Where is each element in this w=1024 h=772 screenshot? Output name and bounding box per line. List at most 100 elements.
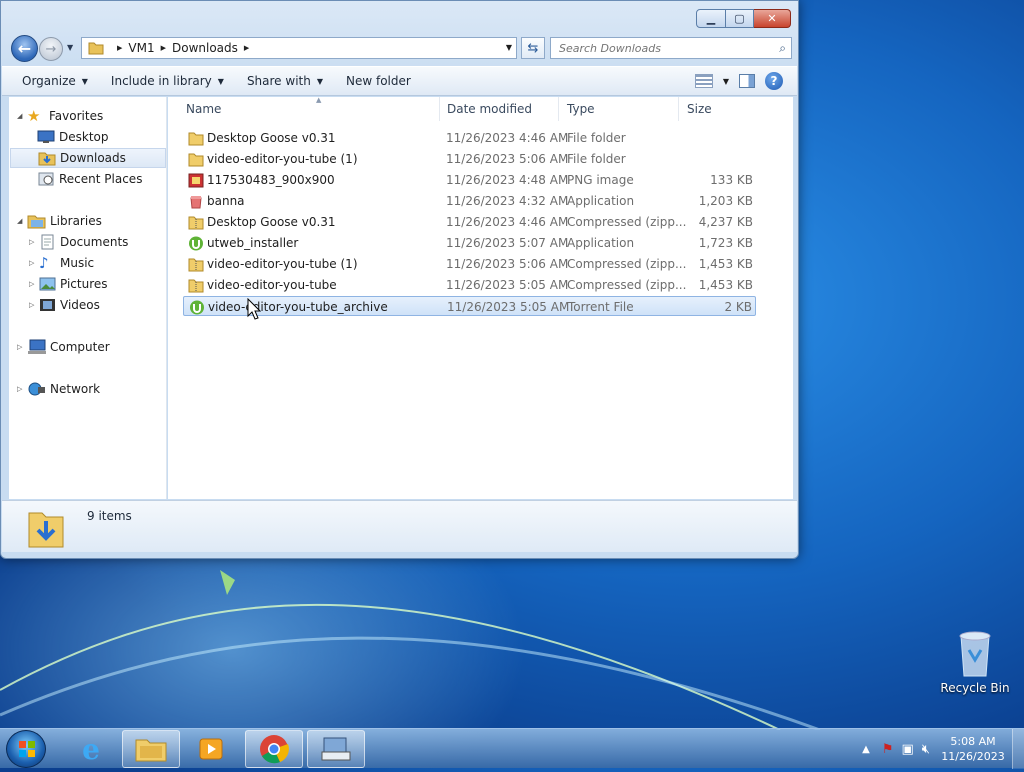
recycle-bin-shortcut[interactable]: Recycle Bin xyxy=(938,630,1012,695)
action-center-icon[interactable]: ⚑ xyxy=(882,742,894,757)
file-name: video-editor-you-tube (1) xyxy=(207,257,358,271)
organize-label: Organize xyxy=(22,74,76,88)
address-dropdown-icon[interactable]: ▼ xyxy=(506,43,512,52)
details-pane: 9 items xyxy=(2,500,797,552)
collapsed-triangle-icon[interactable]: ▷ xyxy=(17,385,27,393)
show-desktop-button[interactable] xyxy=(1012,729,1024,769)
network-status-icon[interactable]: ▣ xyxy=(902,742,914,757)
nav-desktop[interactable]: Desktop xyxy=(37,127,109,147)
nav-computer[interactable]: ▷ Computer xyxy=(17,337,110,357)
breadcrumb-vm1[interactable]: VM1 xyxy=(128,41,154,55)
file-row[interactable]: video-editor-you-tube (1) 11/26/2023 5:06… xyxy=(183,149,756,169)
windows-explorer-icon xyxy=(135,739,167,762)
file-size: 1,203 KB xyxy=(698,194,753,208)
nav-pictures[interactable]: ▷ Pictures xyxy=(29,274,108,294)
back-button[interactable]: ← xyxy=(11,35,38,62)
breadcrumb: ▶ VM1 ▶ Downloads ▶ xyxy=(111,41,255,55)
forward-button[interactable]: → xyxy=(39,37,63,61)
recycle-bin-label: Recycle Bin xyxy=(940,681,1010,695)
file-row[interactable]: Desktop Goose v0.31 11/26/2023 4:46 AM Fil… xyxy=(183,128,756,148)
internet-explorer-icon: e xyxy=(82,732,100,766)
nav-downloads[interactable]: Downloads xyxy=(10,148,166,168)
breadcrumb-downloads[interactable]: Downloads xyxy=(172,41,238,55)
nav-music[interactable]: ▷ ♪ Music xyxy=(29,253,94,273)
collapsed-triangle-icon[interactable]: ▷ xyxy=(29,259,39,267)
column-header-date[interactable]: Date modified xyxy=(439,97,559,121)
breadcrumb-arrow-icon[interactable]: ▶ xyxy=(244,44,249,52)
sort-arrow-icon: ▲ xyxy=(316,96,322,104)
clock-time: 5:08 AM xyxy=(950,735,996,748)
nav-network[interactable]: ▷ Network xyxy=(17,379,100,399)
search-icon[interactable]: ⌕ xyxy=(779,41,786,56)
column-header-size[interactable]: Size xyxy=(679,97,759,121)
share-with-button[interactable]: Share with ▼ xyxy=(244,74,326,88)
file-type: Application xyxy=(567,194,635,208)
image-icon xyxy=(188,173,204,188)
address-bar[interactable]: ▶ VM1 ▶ Downloads ▶ ▼ xyxy=(81,37,517,59)
start-button[interactable] xyxy=(6,730,46,768)
change-view-icon[interactable] xyxy=(694,74,713,88)
new-folder-button[interactable]: New folder xyxy=(343,74,414,88)
file-row[interactable]: 117530483_900x900 11/26/2023 4:48 AM PNG i… xyxy=(183,170,756,190)
breadcrumb-arrow-icon[interactable]: ▶ xyxy=(161,44,166,52)
taskbar-chrome[interactable] xyxy=(245,730,303,768)
file-row[interactable]: utweb_installer 11/26/2023 5:07 AM Applica… xyxy=(183,233,756,253)
close-button[interactable]: ✕ xyxy=(754,9,791,28)
downloads-folder-icon xyxy=(38,152,56,166)
breadcrumb-arrow-icon[interactable]: ▶ xyxy=(117,44,122,52)
search-input[interactable] xyxy=(557,40,767,56)
file-date: 11/26/2023 4:32 AM xyxy=(446,194,569,208)
expand-triangle-icon[interactable]: ◢ xyxy=(17,112,27,120)
view-options-chevron-icon[interactable]: ▼ xyxy=(723,77,729,86)
collapsed-triangle-icon[interactable]: ▷ xyxy=(17,343,27,351)
file-type: Compressed (zipp... xyxy=(567,278,687,292)
nav-recent-places[interactable]: Recent Places xyxy=(37,169,142,189)
file-row[interactable]: video-editor-you-tube 11/26/2023 5:05 AM C… xyxy=(183,275,756,295)
column-header-name[interactable]: Name ▲ xyxy=(178,96,440,121)
nav-label: Downloads xyxy=(60,151,126,165)
file-row[interactable]: Desktop Goose v0.31 11/26/2023 4:46 AM Com… xyxy=(183,212,756,232)
file-row[interactable]: video-editor-you-tube_archive 11/26/2023 … xyxy=(183,296,756,316)
file-size: 1,723 KB xyxy=(698,236,753,250)
taskbar-internet-explorer[interactable]: e xyxy=(62,730,120,768)
column-label: Type xyxy=(567,102,595,116)
nav-favorites[interactable]: ◢ ★ Favorites xyxy=(17,106,103,126)
show-hidden-icons-icon[interactable]: ▲ xyxy=(862,744,870,755)
zip-icon xyxy=(188,278,204,293)
file-size: 1,453 KB xyxy=(698,278,753,292)
file-size: 133 KB xyxy=(710,173,753,187)
help-icon[interactable]: ? xyxy=(765,72,783,90)
collapsed-triangle-icon[interactable]: ▷ xyxy=(29,238,39,246)
taskbar-on-screen-keyboard[interactable] xyxy=(307,730,365,768)
file-type: Compressed (zipp... xyxy=(567,257,687,271)
minimize-button[interactable]: ▁ xyxy=(696,9,726,28)
file-date: 11/26/2023 4:46 AM xyxy=(446,215,569,229)
file-date: 11/26/2023 5:05 AM xyxy=(446,278,569,292)
file-row[interactable]: banna 11/26/2023 4:32 AM Application 1,203 … xyxy=(183,191,756,211)
recent-pages-dropdown[interactable]: ▼ xyxy=(67,43,73,52)
column-header-type[interactable]: Type xyxy=(559,97,679,121)
file-name: video-editor-you-tube xyxy=(207,278,337,292)
file-list: Name ▲ Date modified Type Size Desktop G… xyxy=(168,96,793,499)
nav-documents[interactable]: ▷ Documents xyxy=(29,232,128,252)
organize-button[interactable]: Organize ▼ xyxy=(19,74,91,88)
file-name: video-editor-you-tube (1) xyxy=(207,152,358,166)
include-in-library-button[interactable]: Include in library ▼ xyxy=(108,74,227,88)
nav-libraries[interactable]: ◢ Libraries xyxy=(17,211,102,231)
refresh-button[interactable]: ⇆ xyxy=(521,37,545,59)
chrome-icon xyxy=(260,735,289,764)
clock[interactable]: 5:08 AM 11/26/2023 xyxy=(934,734,1012,764)
expand-triangle-icon[interactable]: ◢ xyxy=(17,217,27,225)
nav-videos[interactable]: ▷ Videos xyxy=(29,295,100,315)
file-row[interactable]: video-editor-you-tube (1) 11/26/2023 5:06… xyxy=(183,254,756,274)
preview-pane-icon[interactable] xyxy=(739,74,755,88)
taskbar-media-player[interactable] xyxy=(182,730,240,768)
maximize-button[interactable]: ▢ xyxy=(726,9,754,28)
collapsed-triangle-icon[interactable]: ▷ xyxy=(29,280,39,288)
file-size: 4,237 KB xyxy=(698,215,753,229)
collapsed-triangle-icon[interactable]: ▷ xyxy=(29,301,39,309)
zip-icon xyxy=(188,215,204,230)
volume-muted-icon[interactable]: 🔇︎ xyxy=(922,742,930,757)
taskbar-windows-explorer[interactable] xyxy=(122,730,180,768)
folder-icon xyxy=(88,42,104,55)
